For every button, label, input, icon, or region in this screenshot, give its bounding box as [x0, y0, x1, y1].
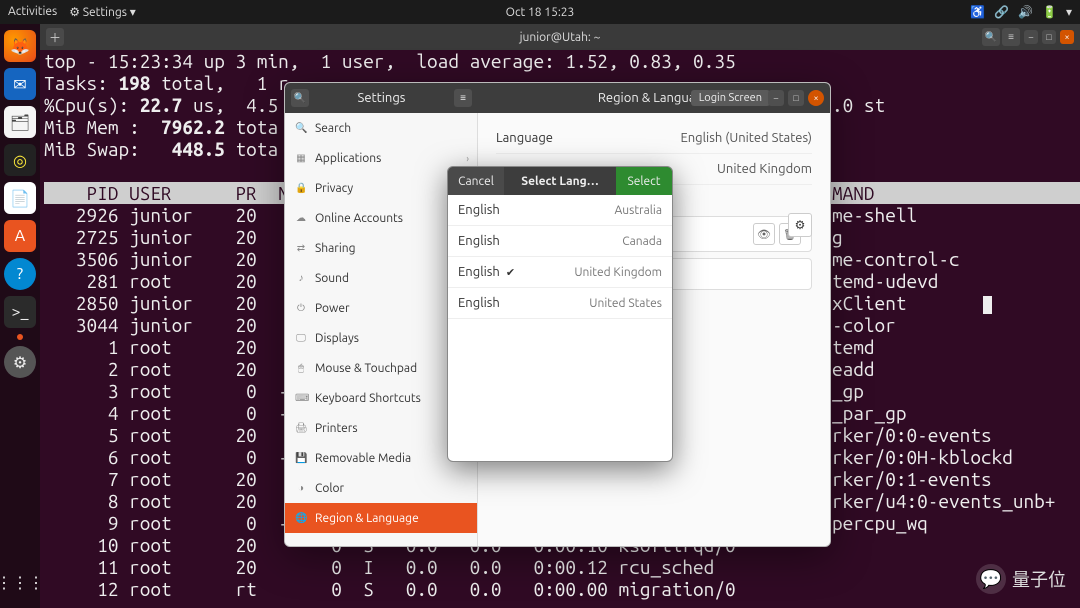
terminal-close-button[interactable]: ×	[1060, 30, 1074, 44]
dock-settings[interactable]: ⚙	[4, 346, 36, 378]
settings-header[interactable]: 🔍 Settings ≡ Region & Language Login Scr…	[285, 83, 830, 113]
terminal-new-tab-button[interactable]: ＋	[46, 28, 64, 46]
options-gear-button[interactable]: ⚙	[788, 213, 812, 237]
language-option-australia[interactable]: English Australia	[448, 195, 672, 226]
language-option-us[interactable]: English United States	[448, 288, 672, 319]
settings-minimize-button[interactable]: –	[768, 90, 784, 106]
apps-icon: ▦	[295, 152, 307, 164]
preview-button[interactable]: 👁	[753, 223, 775, 245]
dock-terminal[interactable]: >_	[4, 296, 36, 328]
clock[interactable]: Oct 18 15:23	[506, 6, 575, 19]
formats-value: United Kingdom	[717, 162, 812, 176]
top-bar: Activities ⚙ Settings Oct 18 15:23 ♿ 🔗 🔊…	[0, 0, 1080, 24]
cloud-icon: ☁	[295, 212, 307, 224]
dock: 🦊 ✉ 🗂 ◎ 📄 A ? >_ ⚙ ⋮⋮⋮	[0, 24, 40, 608]
display-icon: 🖵	[295, 332, 307, 344]
system-menu-caret[interactable]: ▾	[1066, 5, 1072, 19]
settings-menu-button[interactable]: ≡	[454, 89, 472, 107]
battery-icon[interactable]: 🔋	[1042, 5, 1056, 19]
sidebar-item-region-language[interactable]: 🌐Region & Language	[285, 503, 477, 533]
login-screen-button[interactable]: Login Screen	[691, 90, 770, 106]
printer-icon: 🖨	[295, 422, 307, 434]
network-icon[interactable]: 🔗	[994, 5, 1008, 19]
chevron-right-icon: ›	[466, 153, 469, 164]
cancel-button[interactable]: Cancel	[448, 167, 504, 195]
text-cursor	[983, 296, 992, 314]
dialog-header: Cancel Select Lang… Select	[448, 167, 672, 195]
language-list: English Australia English Canada English…	[448, 195, 672, 319]
dialog-title: Select Lang…	[504, 167, 616, 195]
activities-button[interactable]: Activities	[8, 5, 57, 19]
settings-close-button[interactable]: ×	[808, 90, 824, 106]
dock-files[interactable]: 🗂	[4, 106, 36, 138]
sound-icon: ♪	[295, 272, 307, 284]
dock-libreoffice[interactable]: 📄	[4, 182, 36, 214]
language-label: Language	[496, 131, 553, 145]
search-icon: 🔍	[295, 122, 307, 134]
share-icon: ⇄	[295, 242, 307, 254]
settings-title: Settings	[358, 91, 406, 105]
terminal-titlebar[interactable]: ＋ junior@Utah: ~ 🔍 ≡ – □ ×	[40, 24, 1080, 50]
language-option-canada[interactable]: English Canada	[448, 226, 672, 257]
sidebar-item-color[interactable]: ◑Color	[285, 473, 477, 503]
language-row[interactable]: Language English (United States)	[496, 123, 812, 154]
dock-indicator-dot	[17, 334, 23, 340]
language-option-uk[interactable]: English✔ United Kingdom	[448, 257, 672, 288]
dock-help[interactable]: ?	[4, 258, 36, 290]
dock-firefox[interactable]: 🦊	[4, 30, 36, 62]
accessibility-icon[interactable]: ♿	[970, 5, 984, 19]
color-icon: ◑	[295, 482, 307, 494]
dock-software[interactable]: A	[4, 220, 36, 252]
dock-show-apps[interactable]: ⋮⋮⋮	[4, 566, 36, 598]
terminal-menu-button[interactable]: ≡	[1002, 28, 1020, 46]
power-icon: ⏻	[295, 302, 307, 314]
settings-maximize-button[interactable]: □	[788, 90, 804, 106]
terminal-maximize-button[interactable]: □	[1042, 30, 1056, 44]
watermark: 💬 量子位	[976, 564, 1066, 594]
mouse-icon: 🖱	[295, 362, 307, 374]
settings-search-button[interactable]: 🔍	[291, 89, 309, 107]
select-language-dialog: Cancel Select Lang… Select English Austr…	[447, 166, 673, 462]
select-button[interactable]: Select	[616, 167, 672, 195]
globe-icon: 🌐	[295, 512, 307, 524]
wechat-icon: 💬	[976, 564, 1006, 594]
language-value: English (United States)	[680, 131, 812, 145]
keyboard-icon: ⌨	[295, 392, 307, 404]
terminal-right-fragments: .0 st MAND me-shell g me-control-c temd-…	[832, 50, 1080, 534]
dock-rhythmbox[interactable]: ◎	[4, 144, 36, 176]
volume-icon[interactable]: 🔊	[1018, 5, 1032, 19]
disk-icon: 💾	[295, 452, 307, 464]
dock-thunderbird[interactable]: ✉	[4, 68, 36, 100]
terminal-search-button[interactable]: 🔍	[982, 28, 1000, 46]
check-icon: ✔	[506, 267, 515, 279]
sidebar-item-search[interactable]: 🔍Search	[285, 113, 477, 143]
terminal-minimize-button[interactable]: –	[1024, 30, 1038, 44]
terminal-title: junior@Utah: ~	[520, 31, 601, 44]
lock-icon: 🔒	[295, 182, 307, 194]
app-menu[interactable]: ⚙ Settings	[69, 5, 136, 19]
